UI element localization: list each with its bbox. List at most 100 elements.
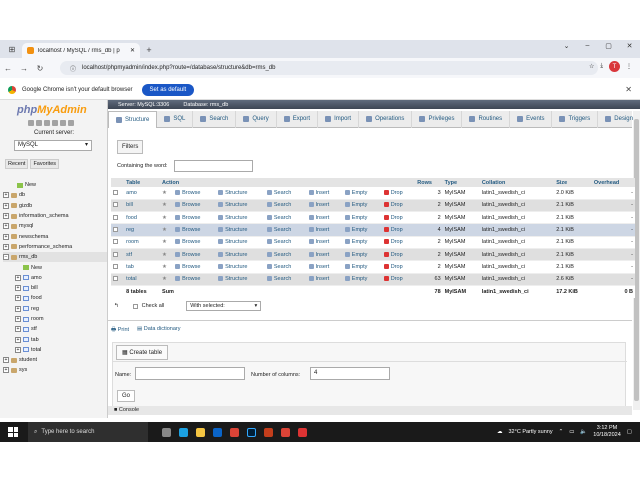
header-overhead[interactable]: Overhead [591,178,635,187]
drop-action[interactable]: Drop [381,273,416,286]
print-link[interactable]: 🖶 Print [111,326,129,335]
expand-toggle-icon[interactable]: + [3,233,9,240]
go-button[interactable]: Go [117,390,136,402]
header-collation[interactable]: Collation [479,178,555,187]
structure-action[interactable]: Structure [216,223,265,237]
empty-action[interactable]: Empty [342,260,382,274]
search-action[interactable]: Search [264,248,307,262]
table-name-link[interactable]: food [124,211,161,225]
tab-triggers[interactable]: Triggers [552,110,599,128]
task-view-icon[interactable] [162,427,171,437]
tab-privileges[interactable]: Privileges [412,110,463,128]
tab-operations[interactable]: Operations [359,110,413,128]
empty-action[interactable]: Empty [342,273,382,286]
expand-toggle-icon[interactable]: − [3,254,9,261]
table-name-input[interactable] [135,367,245,380]
table-name-link[interactable]: reg [124,223,161,237]
expand-toggle-icon[interactable]: + [3,243,9,250]
expand-toggle-icon[interactable]: + [3,213,9,220]
tree-item-new[interactable]: New [3,262,107,272]
row-checkbox[interactable] [113,202,118,208]
tree-item-new[interactable]: New [3,180,107,190]
docs-icon[interactable] [52,120,58,126]
containing-word-input[interactable] [174,160,253,172]
row-checkbox[interactable] [113,276,118,282]
expand-toggle-icon[interactable]: + [15,346,21,353]
header-table[interactable]: Table [124,178,161,187]
row-checkbox[interactable] [113,214,118,220]
row-checkbox[interactable] [113,263,118,269]
powerpoint-icon[interactable] [264,427,273,437]
favorite-star-icon[interactable]: ★ [160,248,174,262]
expand-toggle-icon[interactable]: + [15,336,21,343]
tab-export[interactable]: Export [277,110,319,128]
tab-query[interactable]: Query [236,110,277,128]
drop-action[interactable]: Drop [381,223,416,237]
empty-action[interactable]: Empty [342,223,382,237]
search-action[interactable]: Search [264,211,307,225]
empty-action[interactable]: Empty [342,187,382,200]
bookmark-star-icon[interactable]: ☆ [589,63,594,70]
reload-nav-icon[interactable] [68,120,74,126]
structure-action[interactable]: Structure [216,211,265,225]
drop-action[interactable]: Drop [381,187,416,200]
header-type[interactable]: Type [442,178,480,187]
empty-action[interactable]: Empty [342,236,382,249]
structure-action[interactable]: Structure [216,273,265,286]
browse-action[interactable]: Browse [173,211,217,225]
tree-item-performance_schema[interactable]: + performance_schema [3,242,107,252]
tree-item-reg[interactable]: + reg [3,304,107,314]
windows-start-icon[interactable] [8,427,18,437]
favorite-star-icon[interactable]: ★ [160,273,174,286]
edge-icon[interactable] [179,427,188,437]
tree-item-bill[interactable]: + bill [3,283,107,293]
set-default-button[interactable]: Set as default [141,83,195,96]
console-bar[interactable]: ■ Console [108,406,632,415]
tree-item-db[interactable]: + db [3,190,107,200]
insert-action[interactable]: Insert [306,273,343,286]
new-tab-icon[interactable]: + [142,43,156,57]
row-checkbox[interactable] [113,189,118,195]
reload-icon[interactable]: ↻ [32,64,48,73]
tree-item-information_schema[interactable]: + information_schema [3,211,107,221]
menu-icon[interactable]: ⋮ [626,63,632,70]
table-name-link[interactable]: total [124,273,161,286]
expand-toggle-icon[interactable]: + [15,326,21,333]
browse-action[interactable]: Browse [173,187,217,200]
check-all-label[interactable]: Check all [142,303,165,309]
insert-action[interactable]: Insert [306,248,343,262]
back-icon[interactable]: ← [0,64,16,73]
expand-toggle-icon[interactable]: + [15,305,21,312]
expand-toggle-icon[interactable]: + [3,223,9,230]
table-name-link[interactable]: tab [124,260,161,274]
header-rows[interactable]: Rows [415,178,443,187]
close-window-icon[interactable]: ✕ [619,42,640,50]
structure-action[interactable]: Structure [216,187,265,200]
tree-item-room[interactable]: + room [3,314,107,324]
minimize-icon[interactable]: – [577,42,598,50]
download-icon[interactable]: ⤓ [600,63,603,70]
search-action[interactable]: Search [264,273,307,286]
insert-action[interactable]: Insert [306,260,343,274]
server-select[interactable]: MySQL ▾ [14,140,92,151]
header-size[interactable]: Size [554,178,592,187]
clock[interactable]: 3:12 PM 10/18/2024 [593,425,621,439]
row-checkbox[interactable] [113,239,118,245]
structure-action[interactable]: Structure [216,260,265,274]
tree-item-amo[interactable]: + amo [3,273,107,283]
table-name-link[interactable]: amo [124,187,161,200]
insert-action[interactable]: Insert [306,199,343,213]
favorites-button[interactable]: Favorites [30,159,60,169]
browse-action[interactable]: Browse [173,273,217,286]
chrome-active-icon[interactable] [281,427,290,437]
avatar[interactable]: T [609,61,620,72]
breadcrumb-server[interactable]: Server: MySQL:3306 [118,102,169,108]
network-icon[interactable]: ▭ [569,429,574,435]
help-icon[interactable] [44,120,50,126]
insert-action[interactable]: Insert [306,211,343,225]
logout-icon[interactable] [36,120,42,126]
taskbar-search[interactable]: ⌕ Type here to search [28,422,148,442]
tree-item-stf[interactable]: + stf [3,324,107,334]
expand-toggle-icon[interactable]: + [3,202,9,209]
browse-action[interactable]: Browse [173,199,217,213]
